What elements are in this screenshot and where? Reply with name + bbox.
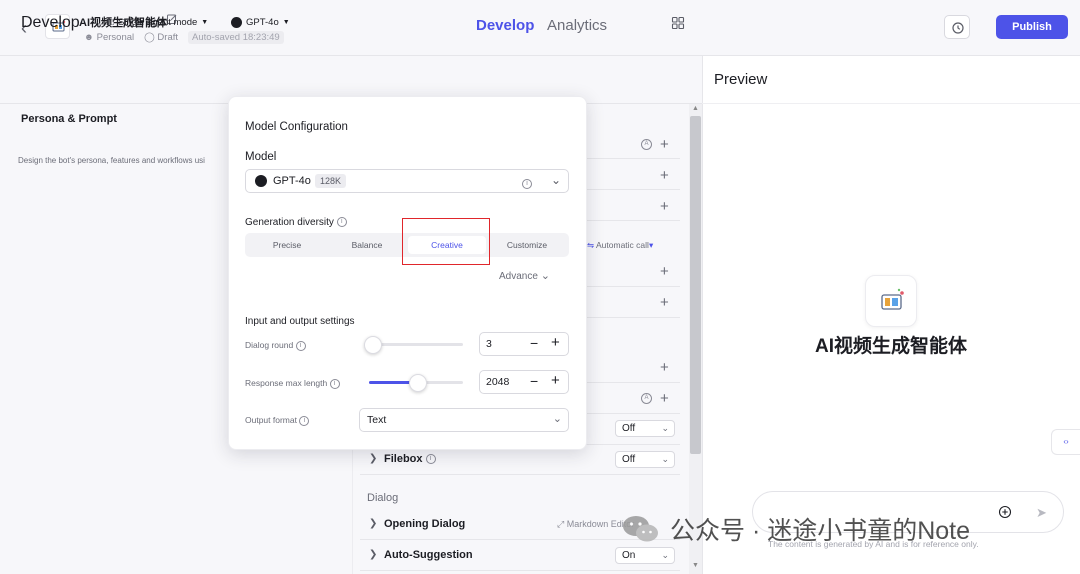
info-icon: i: [425, 454, 436, 465]
scroll-down-icon[interactable]: ▼: [692, 562, 699, 569]
auto-icon[interactable]: A: [641, 393, 652, 404]
side-panel-toggle[interactable]: ‹›: [1051, 429, 1080, 455]
io-settings-title: Input and output settings: [245, 316, 355, 327]
caret-down-icon: ▼: [282, 19, 290, 26]
develop-title: Develop: [21, 14, 80, 31]
openai-logo-icon: [255, 175, 267, 187]
diversity-option-precise[interactable]: Precise: [248, 236, 326, 254]
response-max-stepper[interactable]: 2048 − +: [479, 370, 569, 394]
plus-icon[interactable]: +: [551, 372, 560, 389]
send-icon[interactable]: ➤: [1036, 505, 1047, 521]
add-icon[interactable]: +: [660, 295, 669, 310]
response-max-slider-handle[interactable]: [409, 374, 427, 392]
chevron-down-icon: ⌄: [540, 270, 550, 282]
layout-grid-icon[interactable]: [671, 16, 685, 30]
model-selector[interactable]: GPT-4o ▼: [231, 17, 290, 28]
minus-icon[interactable]: −: [530, 373, 538, 389]
tab-develop[interactable]: Develop: [476, 17, 534, 34]
output-format-label: Output format i: [245, 415, 310, 426]
persona-description[interactable]: Design the bot's persona, features and w…: [18, 156, 228, 165]
chevron-down-icon: ⌄: [551, 173, 562, 187]
publish-button[interactable]: Publish: [996, 15, 1068, 39]
info-icon: i: [295, 340, 306, 351]
automatic-call-dropdown[interactable]: ⇋ Automatic call▾: [587, 240, 653, 251]
info-icon: i: [329, 378, 340, 389]
add-icon[interactable]: +: [660, 137, 669, 152]
bot-meta: ☻ Personal ◯ Draft Auto-saved 18:23:49: [84, 31, 284, 44]
info-icon: i: [299, 415, 310, 426]
add-circle-icon[interactable]: [998, 505, 1012, 519]
openai-logo-icon: [231, 17, 242, 28]
auto-icon[interactable]: A: [641, 139, 652, 150]
watermark: 公众号 · 迷途小书童的Note: [620, 511, 970, 547]
add-icon[interactable]: +: [660, 391, 669, 406]
diversity-option-customize[interactable]: Customize: [488, 236, 566, 254]
plus-icon[interactable]: +: [551, 334, 560, 351]
advance-toggle[interactable]: Advance ⌄: [499, 269, 550, 282]
preview-bot-name: AI视频生成智能体: [814, 336, 967, 357]
dialog-round-slider-track[interactable]: [369, 343, 463, 346]
filebox-label: Filebox i: [384, 453, 436, 465]
divider: [702, 103, 1080, 104]
info-icon[interactable]: i: [522, 176, 532, 190]
minus-icon[interactable]: −: [530, 335, 538, 351]
opening-dialog-label: Opening Dialog: [384, 518, 466, 530]
caret-down-icon: ▼: [201, 19, 209, 26]
preview-bot-avatar: [865, 275, 917, 327]
wechat-logo-icon: [623, 516, 658, 542]
context-badge: 128K: [315, 174, 347, 188]
response-max-length-label: Response max length i: [245, 378, 340, 389]
generation-diversity-label: Generation diversity i: [245, 217, 347, 228]
filebox-select[interactable]: Off ⌄: [615, 451, 675, 468]
output-format-select[interactable]: Text ⌄: [359, 408, 569, 432]
tab-analytics[interactable]: Analytics: [547, 17, 607, 34]
model-select[interactable]: GPT-4o 128K i ⌄: [245, 169, 569, 193]
highlight-annotation: [402, 218, 490, 265]
add-icon[interactable]: +: [660, 264, 669, 279]
auto-suggestion-select[interactable]: On ⌄: [615, 547, 675, 564]
add-icon[interactable]: +: [660, 360, 669, 375]
popover-title: Model Configuration: [245, 121, 348, 133]
history-icon: [952, 22, 964, 34]
dialog-round-stepper[interactable]: 3 − +: [479, 332, 569, 356]
add-icon[interactable]: +: [660, 168, 669, 183]
status-label: ◯ Draft: [144, 32, 179, 43]
agent-mode-icon: □: [108, 17, 115, 28]
history-button[interactable]: [944, 15, 970, 39]
chevron-right-icon[interactable]: ❯: [369, 453, 377, 464]
scrollbar-thumb[interactable]: [690, 116, 701, 454]
model-label: Model: [245, 151, 277, 163]
chevron-down-icon: ⌄: [552, 413, 562, 425]
scroll-up-icon[interactable]: ▲: [692, 105, 699, 112]
chevron-right-icon[interactable]: ❯: [369, 549, 377, 560]
dialog-section-label: Dialog: [367, 492, 399, 504]
diversity-option-balance[interactable]: Balance: [328, 236, 406, 254]
mode-selector[interactable]: □ Single agent mode ▼: [108, 17, 208, 28]
chevron-right-icon[interactable]: ❯: [369, 518, 377, 529]
add-icon[interactable]: +: [660, 199, 669, 214]
owner-label: ☻ Personal: [84, 32, 135, 43]
dialog-round-slider-handle[interactable]: [363, 336, 382, 354]
info-icon: i: [336, 217, 347, 228]
autosave-status: Auto-saved 18:23:49: [188, 31, 284, 44]
preview-title: Preview: [714, 71, 768, 88]
persona-title: Persona & Prompt: [21, 113, 117, 125]
dialog-round-label: Dialog round i: [245, 340, 306, 351]
toggle-select[interactable]: Off ⌄: [615, 420, 675, 437]
auto-suggestion-label: Auto-Suggestion: [384, 549, 473, 561]
